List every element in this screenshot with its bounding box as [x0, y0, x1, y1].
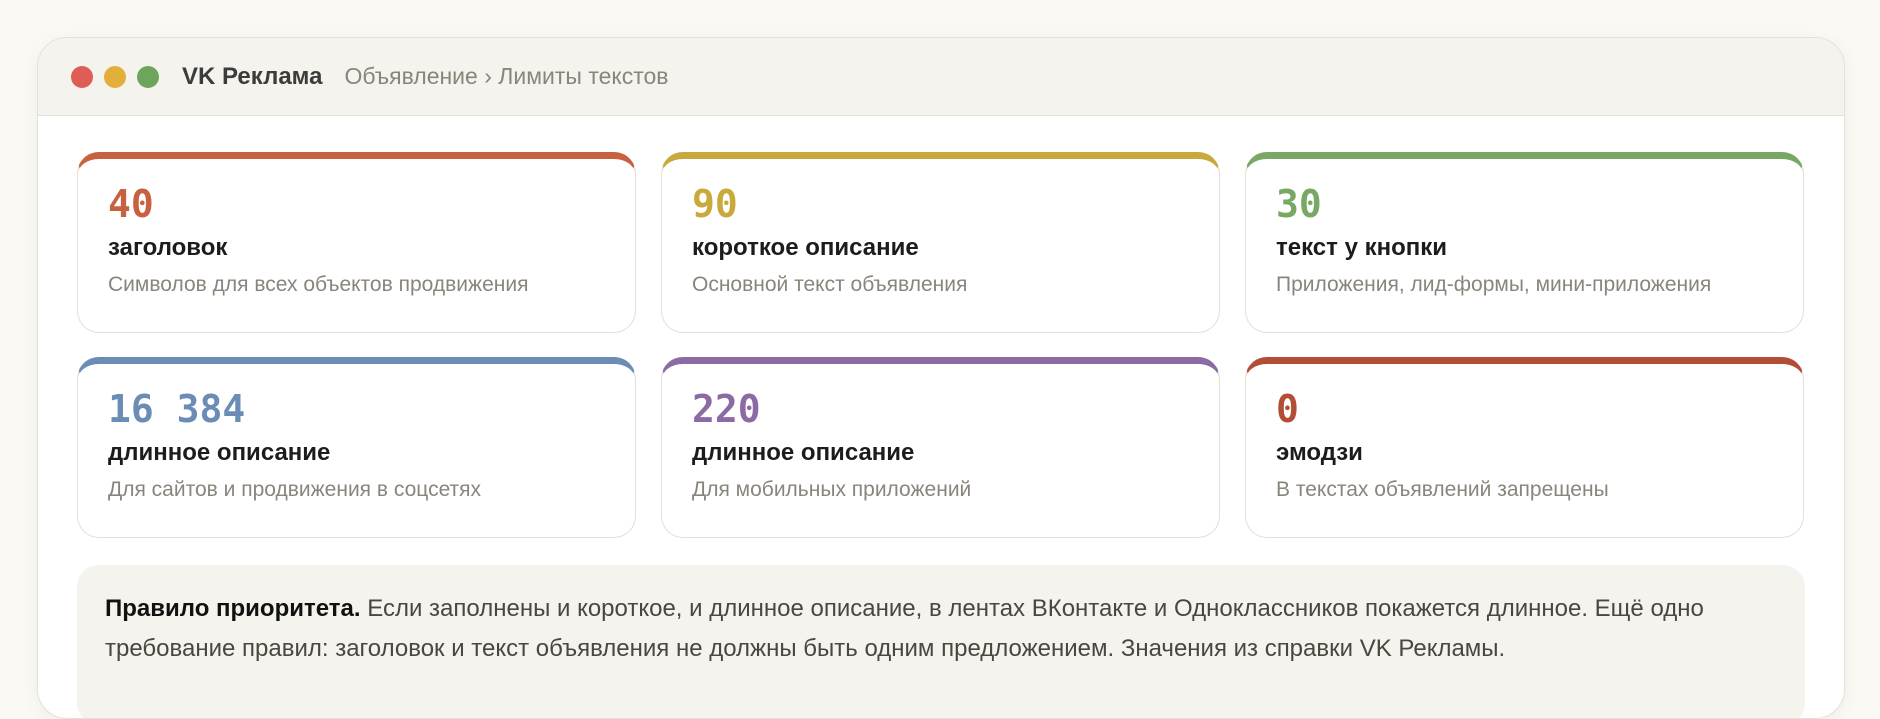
limit-value: 220 — [692, 387, 761, 431]
limit-description: Для сайтов и продвижения в соцсетях — [108, 478, 482, 501]
breadcrumb: Объявление › Лимиты текстов — [344, 63, 669, 89]
close-dot[interactable] — [71, 65, 93, 88]
maximize-dot[interactable] — [137, 65, 159, 88]
limit-label: заголовок — [108, 234, 228, 261]
limit-label: длинное описание — [108, 439, 331, 466]
limit-description: В текстах объявлений запрещены — [1276, 478, 1609, 501]
limits-grid: 40 заголовок Символов для всех объектов … — [77, 152, 1805, 538]
limit-description: Символов для всех объектов продвижения — [108, 273, 529, 296]
limit-card-emoji: 0 эмодзи В текстах объявлений запрещены — [1245, 357, 1804, 538]
title-bar: VK Реклама Объявление › Лимиты текстов — [38, 38, 1844, 116]
limit-value: 16 384 — [108, 387, 246, 431]
limit-description: Приложения, лид-формы, мини-приложения — [1276, 273, 1712, 296]
limit-value: 90 — [692, 182, 738, 226]
app-window: VK Реклама Объявление › Лимиты текстов 4… — [37, 37, 1845, 719]
minimize-dot[interactable] — [104, 65, 126, 88]
limit-label: короткое описание — [692, 234, 919, 261]
limit-label: длинное описание — [692, 439, 915, 466]
limit-description: Основной текст объявления — [692, 273, 968, 296]
limit-description: Для мобильных приложений — [692, 478, 972, 501]
limit-value: 0 — [1276, 387, 1299, 431]
limit-card-long-description-apps: 220 длинное описание Для мобильных прило… — [661, 357, 1220, 538]
limit-label: текст у кнопки — [1276, 234, 1448, 261]
limit-card-headline: 40 заголовок Символов для всех объектов … — [77, 152, 636, 333]
limit-value: 30 — [1276, 182, 1322, 226]
limit-card-long-description-sites: 16 384 длинное описание Для сайтов и про… — [77, 357, 636, 538]
priority-rule-note: Правило приоритета. Если заполнены и кор… — [77, 565, 1805, 718]
limit-card-short-description: 90 короткое описание Основной текст объя… — [661, 152, 1220, 333]
limit-value: 40 — [108, 182, 154, 226]
note-title: Правило приоритета. — [105, 595, 361, 622]
app-title: VK Реклама — [182, 62, 323, 90]
limit-label: эмодзи — [1276, 439, 1363, 466]
limit-card-button-text: 30 текст у кнопки Приложения, лид-формы,… — [1245, 152, 1804, 333]
